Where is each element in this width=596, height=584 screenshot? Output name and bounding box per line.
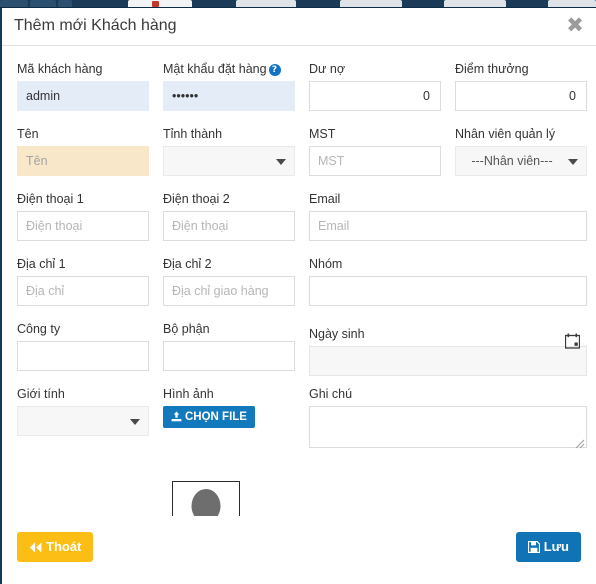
exit-button-label: Thoát — [46, 539, 82, 554]
label-department: Bộ phận — [163, 322, 210, 336]
chevron-down-icon — [276, 159, 286, 165]
label-email: Email — [309, 192, 341, 206]
label-note: Ghi chú — [309, 387, 353, 401]
field-phone1: Điện thoại 1 — [17, 192, 149, 241]
label-company: Công ty — [17, 322, 61, 336]
field-name: Tên — [17, 127, 149, 176]
phone2-input[interactable] — [163, 211, 295, 241]
label-order-password-text: Mật khẩu đặt hàng — [163, 62, 267, 76]
dialog-body: Mã khách hàng Mật khẩu đặt hàng? Dư nợ Đ… — [2, 46, 596, 555]
label-address1: Địa chỉ 1 — [17, 257, 66, 271]
field-debt: Dư nợ — [309, 62, 441, 111]
note-textarea[interactable] — [309, 406, 587, 448]
backward-double-arrow-icon — [29, 534, 42, 564]
label-gender: Giới tính — [17, 387, 65, 401]
dialog-title: Thêm mới Khách hàng — [14, 17, 177, 34]
label-manager: Nhân viên quản lý — [455, 127, 556, 141]
browser-tab-strip — [0, 0, 596, 8]
field-tax-code: MST — [309, 127, 441, 176]
field-customer-code: Mã khách hàng — [17, 62, 149, 111]
phone1-input[interactable] — [17, 211, 149, 241]
field-image: Hình ảnh CHỌN FILE — [163, 387, 295, 428]
field-group: Nhóm — [309, 257, 587, 306]
email-input[interactable] — [309, 211, 587, 241]
group-input[interactable] — [309, 276, 587, 306]
label-phone1: Điện thoại 1 — [17, 192, 84, 206]
label-customer-code: Mã khách hàng — [17, 62, 103, 76]
add-customer-dialog: Thêm mới Khách hàng ✖ Mã khách hàng Mật … — [0, 8, 596, 584]
floppy-save-icon — [527, 534, 540, 564]
chevron-down-icon — [130, 419, 140, 425]
field-department: Bộ phận — [163, 322, 295, 371]
province-select[interactable] — [163, 146, 295, 176]
label-name: Tên — [17, 127, 39, 141]
field-note: Ghi chú — [309, 387, 587, 449]
gender-select[interactable] — [17, 406, 149, 436]
help-circle-icon[interactable]: ? — [268, 64, 281, 76]
tax-code-input[interactable] — [309, 146, 441, 176]
manager-select-value: ---Nhân viên--- — [471, 154, 553, 168]
label-debt: Dư nợ — [309, 62, 346, 76]
choose-file-button[interactable]: CHỌN FILE — [163, 406, 255, 428]
address2-input[interactable] — [163, 276, 295, 306]
customer-code-input[interactable] — [17, 81, 149, 111]
save-button[interactable]: Lưu — [515, 532, 581, 564]
field-reward-points: Điểm thưởng — [455, 62, 587, 111]
name-input[interactable] — [17, 146, 149, 176]
label-province: Tỉnh thành — [163, 127, 223, 141]
label-address2: Địa chỉ 2 — [163, 257, 212, 271]
dialog-footer: Thoát Lưu — [2, 516, 596, 584]
field-province: Tỉnh thành — [163, 127, 295, 176]
label-birthday: Ngày sinh — [309, 327, 365, 341]
reward-points-input[interactable] — [455, 81, 587, 111]
label-tax-code: MST — [309, 127, 336, 141]
upload-icon — [171, 408, 182, 430]
label-phone2: Điện thoại 2 — [163, 192, 230, 206]
department-input[interactable] — [163, 341, 295, 371]
exit-button[interactable]: Thoát — [17, 532, 94, 564]
label-order-password: Mật khẩu đặt hàng? — [163, 62, 295, 76]
field-address1: Địa chỉ 1 — [17, 257, 149, 306]
field-order-password: Mật khẩu đặt hàng? — [163, 62, 295, 111]
field-address2: Địa chỉ 2 — [163, 257, 295, 306]
field-manager: Nhân viên quản lý ---Nhân viên--- — [455, 127, 587, 176]
debt-input[interactable] — [309, 81, 441, 111]
chevron-down-icon — [568, 159, 578, 165]
field-birthday: Ngày sinh — [309, 327, 587, 376]
field-company: Công ty — [17, 322, 149, 371]
field-gender: Giới tính — [17, 387, 149, 436]
birthday-input[interactable] — [309, 346, 587, 376]
label-image: Hình ảnh — [163, 387, 214, 401]
company-input[interactable] — [17, 341, 149, 371]
manager-select[interactable]: ---Nhân viên--- — [455, 146, 587, 176]
address1-input[interactable] — [17, 276, 149, 306]
calendar-icon[interactable] — [564, 333, 581, 349]
close-icon[interactable]: ✖ — [562, 13, 588, 39]
label-reward-points: Điểm thưởng — [455, 62, 529, 76]
label-group: Nhóm — [309, 257, 343, 271]
field-email: Email — [309, 192, 587, 241]
choose-file-label: CHỌN FILE — [185, 411, 247, 423]
save-button-label: Lưu — [543, 539, 569, 554]
order-password-input[interactable] — [163, 81, 295, 111]
dialog-header: Thêm mới Khách hàng ✖ — [2, 8, 596, 46]
field-phone2: Điện thoại 2 — [163, 192, 295, 241]
